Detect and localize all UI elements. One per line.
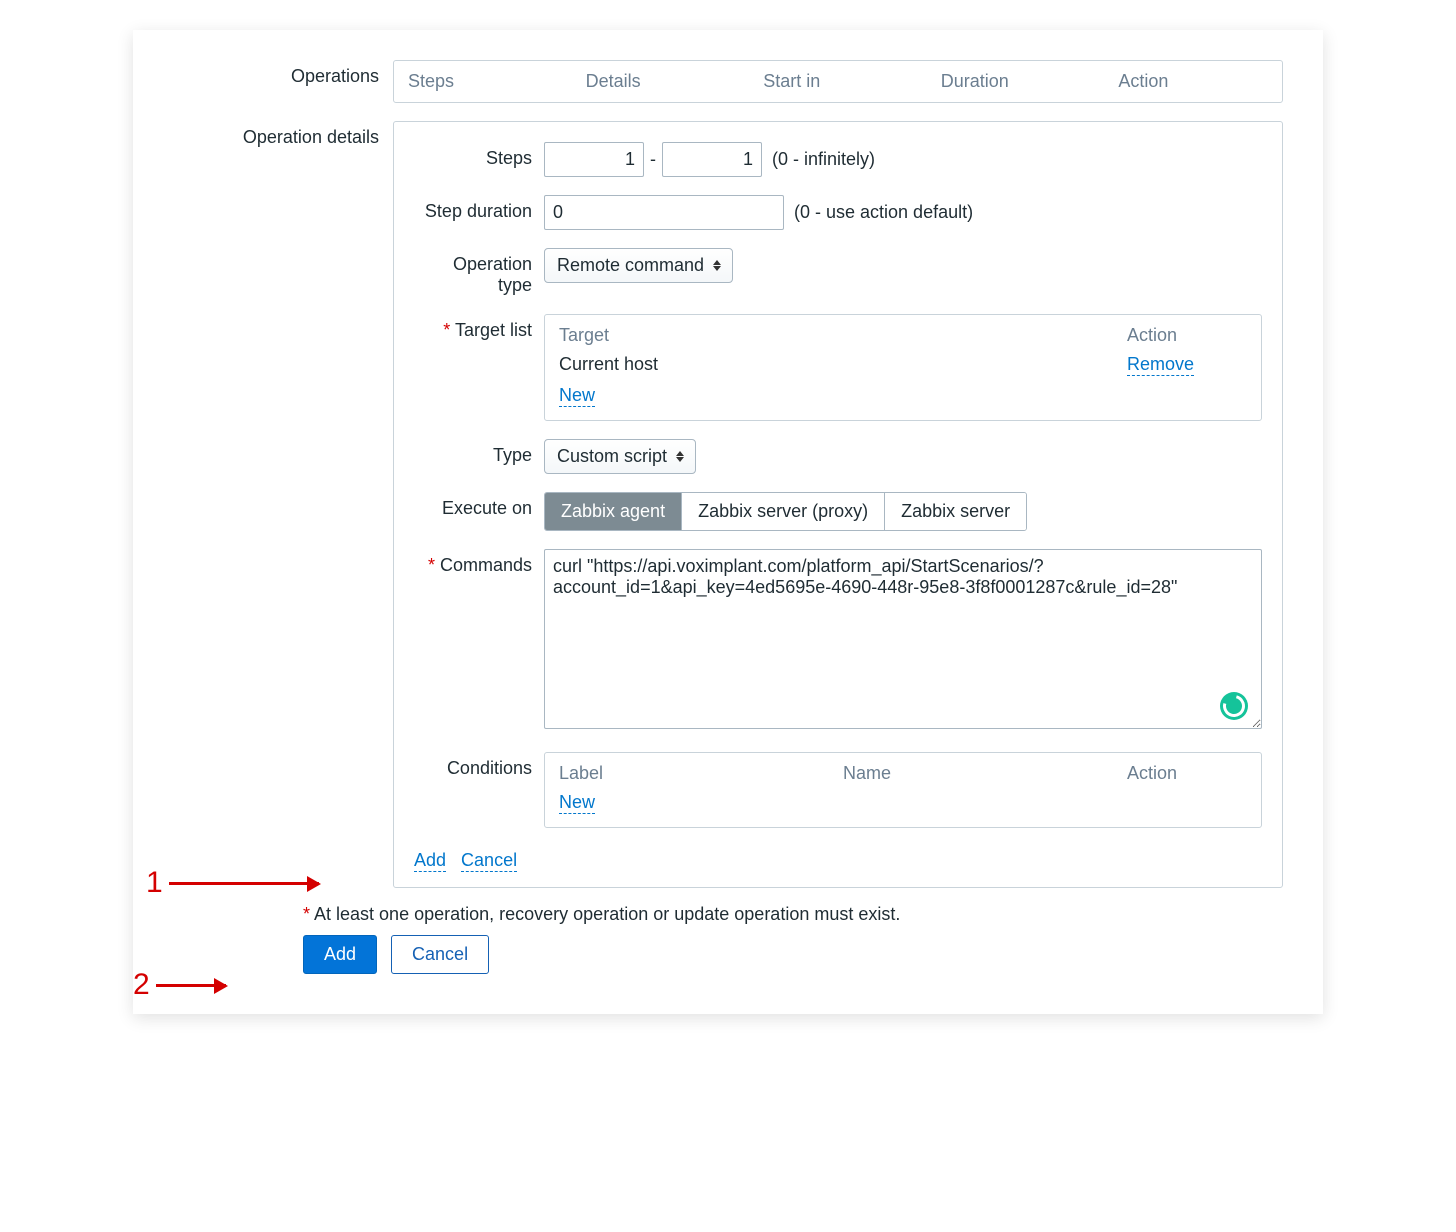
target-row-target: Current host (559, 354, 1127, 375)
execute-on-segment: Zabbix agent Zabbix server (proxy) Zabbi… (544, 492, 1027, 531)
target-remove-link[interactable]: Remove (1127, 354, 1194, 376)
operation-type-label: Operation type (414, 248, 544, 296)
required-asterisk: * (428, 555, 435, 575)
type-select[interactable]: Custom script (544, 439, 696, 474)
cond-head-label: Label (559, 763, 843, 784)
steps-label: Steps (414, 142, 544, 169)
target-new-link[interactable]: New (559, 385, 595, 407)
execute-on-label: Execute on (414, 492, 544, 519)
target-head-target: Target (559, 325, 1127, 346)
target-head-action: Action (1127, 325, 1247, 346)
arrow-icon (156, 984, 226, 987)
steps-from-input[interactable] (544, 142, 644, 177)
commands-label: Commands (440, 555, 532, 575)
cond-head-action: Action (1127, 763, 1247, 784)
chevron-updown-icon (712, 259, 722, 273)
execute-on-option-proxy[interactable]: Zabbix server (proxy) (682, 493, 885, 530)
type-value: Custom script (557, 446, 667, 467)
details-add-link[interactable]: Add (414, 850, 446, 872)
step-duration-label: Step duration (414, 195, 544, 222)
conditions-new-link[interactable]: New (559, 792, 595, 814)
execute-on-option-server[interactable]: Zabbix server (885, 493, 1026, 530)
step-duration-hint: (0 - use action default) (794, 202, 973, 223)
add-button[interactable]: Add (303, 935, 377, 974)
ops-col-details: Details (572, 61, 750, 102)
ops-col-startin: Start in (749, 61, 927, 102)
ops-col-steps: Steps (394, 61, 572, 102)
step-duration-input[interactable] (544, 195, 784, 230)
operation-type-select[interactable]: Remote command (544, 248, 733, 283)
commands-textarea[interactable] (544, 549, 1262, 729)
annotation-2: 2 (133, 968, 226, 1002)
conditions-box: Label Name Action New (544, 752, 1262, 828)
details-cancel-link[interactable]: Cancel (461, 850, 517, 872)
operation-type-value: Remote command (557, 255, 704, 276)
steps-hint: (0 - infinitely) (772, 149, 875, 170)
conditions-label: Conditions (414, 752, 544, 779)
required-asterisk: * (443, 320, 450, 340)
target-list-label: Target list (455, 320, 532, 340)
execute-on-option-agent[interactable]: Zabbix agent (545, 493, 682, 530)
type-label: Type (414, 439, 544, 466)
target-list-box: Target Action Current host Remove New (544, 314, 1262, 421)
cancel-button[interactable]: Cancel (391, 935, 489, 974)
chevron-updown-icon (675, 450, 685, 464)
ops-col-action: Action (1104, 61, 1282, 102)
annotation-1: 1 (146, 866, 319, 900)
operation-details-label: Operation details (193, 121, 393, 148)
steps-to-input[interactable] (662, 142, 762, 177)
operation-details-box: Steps - (0 - infinitely) Step duration (… (393, 121, 1283, 888)
arrow-icon (169, 882, 319, 885)
steps-dash: - (650, 149, 656, 170)
cond-head-name: Name (843, 763, 1127, 784)
operations-label: Operations (193, 60, 393, 87)
ops-col-duration: Duration (927, 61, 1105, 102)
required-note: *At least one operation, recovery operat… (303, 904, 1283, 925)
operations-table: Steps Details Start in Duration Action (393, 60, 1283, 103)
